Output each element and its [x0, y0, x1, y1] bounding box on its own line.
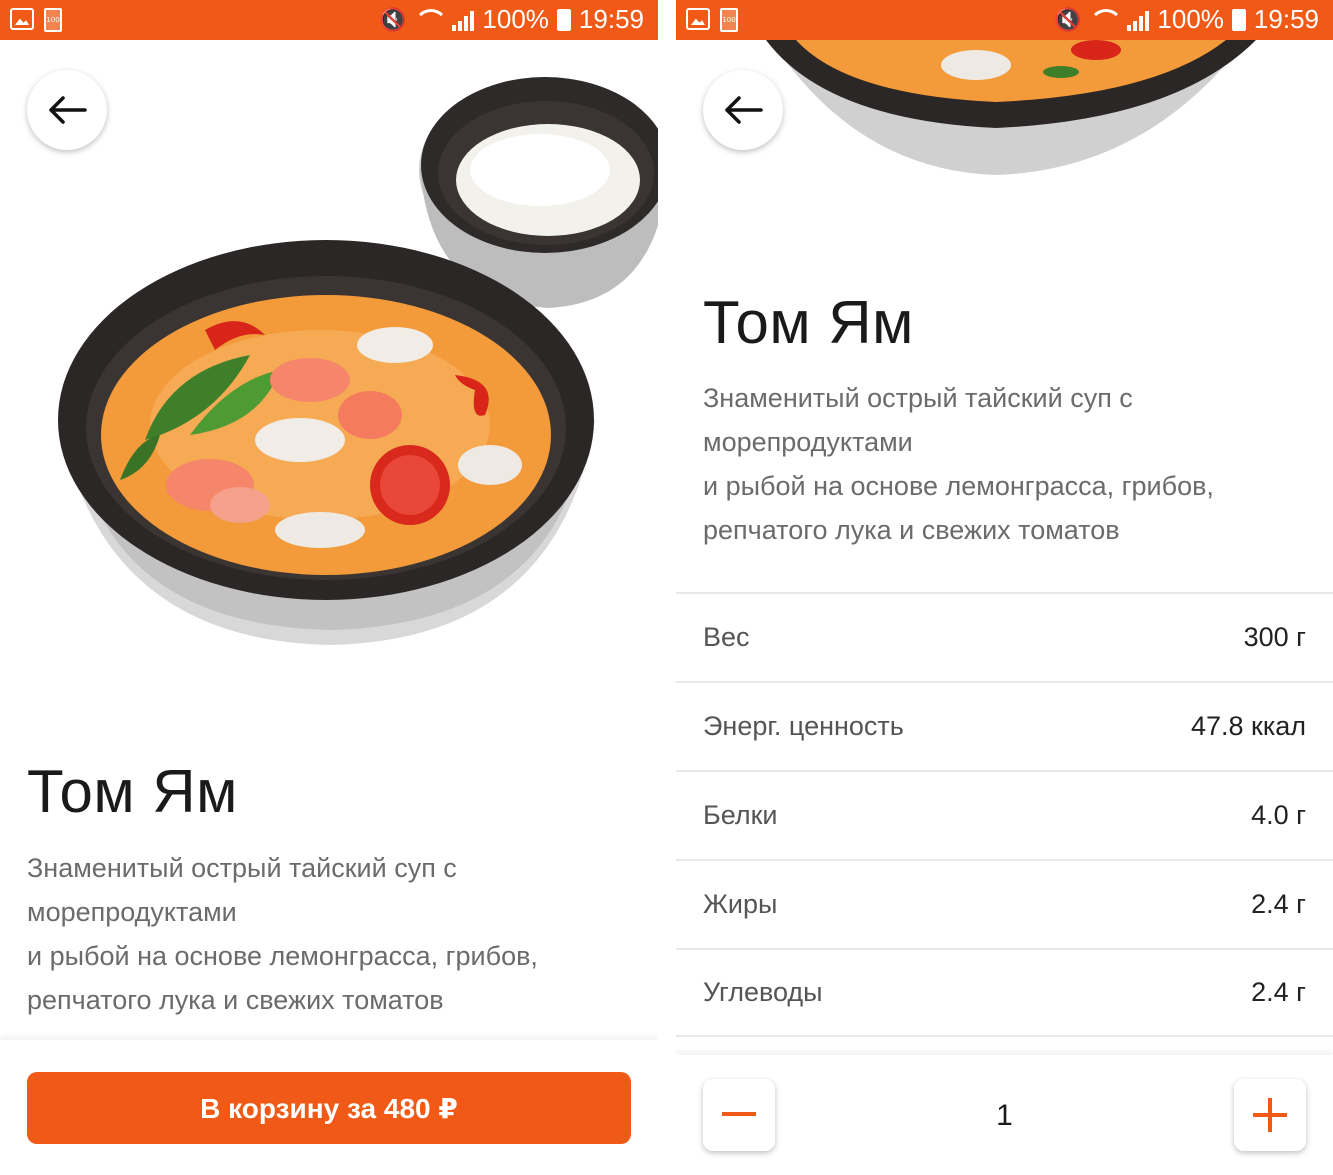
nutrition-label: Белки	[703, 800, 778, 830]
nutrition-row-fat: Жиры 2.4 г	[676, 859, 1333, 948]
product-description: Знаменитый острый тайский суп с морепрод…	[27, 846, 627, 1022]
nutrition-table: Вес 300 г Энерг. ценность 47.8 ккал Белк…	[676, 592, 1333, 1037]
back-button[interactable]	[27, 70, 107, 150]
screenshot-separator	[658, 0, 676, 1175]
signal-icon	[1127, 9, 1150, 31]
nutrition-value: 300 г	[1243, 622, 1306, 652]
arrow-left-icon	[49, 96, 87, 124]
description-line: морепродуктами	[27, 897, 237, 927]
mute-icon: 🔇	[379, 6, 407, 32]
nutrition-label: Энерг. ценность	[703, 711, 904, 741]
nutrition-value: 4.0 г	[1251, 800, 1306, 830]
battery-notification-label: 100	[722, 16, 736, 24]
nutrition-value: 47.8 ккал	[1190, 711, 1306, 741]
product-description: Знаменитый острый тайский суп с морепрод…	[703, 376, 1303, 552]
nutrition-label: Углеводы	[703, 977, 823, 1007]
description-line: репчатого лука и свежих томатов	[703, 515, 1120, 545]
battery-percent: 100%	[482, 4, 549, 34]
battery-percent: 100%	[1157, 4, 1224, 34]
description-line: морепродуктами	[703, 427, 913, 457]
product-photo	[58, 77, 658, 645]
gallery-notification-icon	[10, 8, 34, 30]
nutrition-label: Жиры	[703, 889, 778, 919]
product-screen-top: 100 🔇 100% 19:59 Том Ям Знаменитый остры…	[0, 0, 658, 1175]
description-line: и рыбой на основе лемонграсса, грибов,	[703, 471, 1214, 501]
description-line: Знаменитый острый тайский суп с	[703, 383, 1133, 413]
nutrition-value: 2.4 г	[1251, 889, 1306, 919]
product-title: Том Ям	[27, 758, 238, 825]
status-bar: 100 🔇 100% 19:59	[676, 0, 1333, 40]
mute-icon: 🔇	[1054, 6, 1082, 32]
product-title: Том Ям	[703, 289, 914, 356]
battery-notification-icon: 100	[44, 8, 62, 32]
back-button[interactable]	[703, 70, 783, 150]
wifi-icon	[1089, 8, 1124, 31]
description-line: Знаменитый острый тайский суп с	[27, 853, 457, 883]
increase-quantity-button[interactable]	[1234, 1079, 1306, 1151]
order-bar: В корзину за 480 ₽	[0, 1040, 658, 1175]
nutrition-row-carbs: Углеводы 2.4 г	[676, 948, 1333, 1037]
product-screen-scrolled: 100 🔇 100% 19:59 Том Ям Знаменитый остры…	[676, 0, 1333, 1175]
nutrition-row-weight: Вес 300 г	[676, 592, 1333, 681]
battery-icon	[1231, 8, 1246, 31]
quantity-stepper: 1	[676, 1055, 1333, 1175]
status-bar: 100 🔇 100% 19:59	[0, 0, 658, 40]
gallery-notification-icon	[686, 8, 710, 30]
wifi-icon	[414, 8, 449, 31]
clock: 19:59	[578, 4, 644, 34]
description-line: репчатого лука и свежих томатов	[27, 985, 444, 1015]
clock: 19:59	[1253, 4, 1319, 34]
nutrition-row-energy: Энерг. ценность 47.8 ккал	[676, 681, 1333, 770]
battery-icon	[556, 8, 571, 31]
description-line: и рыбой на основе лемонграсса, грибов,	[27, 941, 538, 971]
nutrition-row-protein: Белки 4.0 г	[676, 770, 1333, 859]
signal-icon	[452, 9, 475, 31]
battery-notification-icon: 100	[720, 8, 738, 32]
nutrition-value: 2.4 г	[1251, 977, 1306, 1007]
soup-bowl-image	[58, 240, 595, 645]
arrow-left-icon	[725, 96, 763, 124]
add-to-cart-button[interactable]: В корзину за 480 ₽	[27, 1072, 631, 1144]
plus-icon	[1253, 1098, 1287, 1132]
nutrition-label: Вес	[703, 622, 750, 652]
battery-notification-label: 100	[46, 16, 60, 24]
